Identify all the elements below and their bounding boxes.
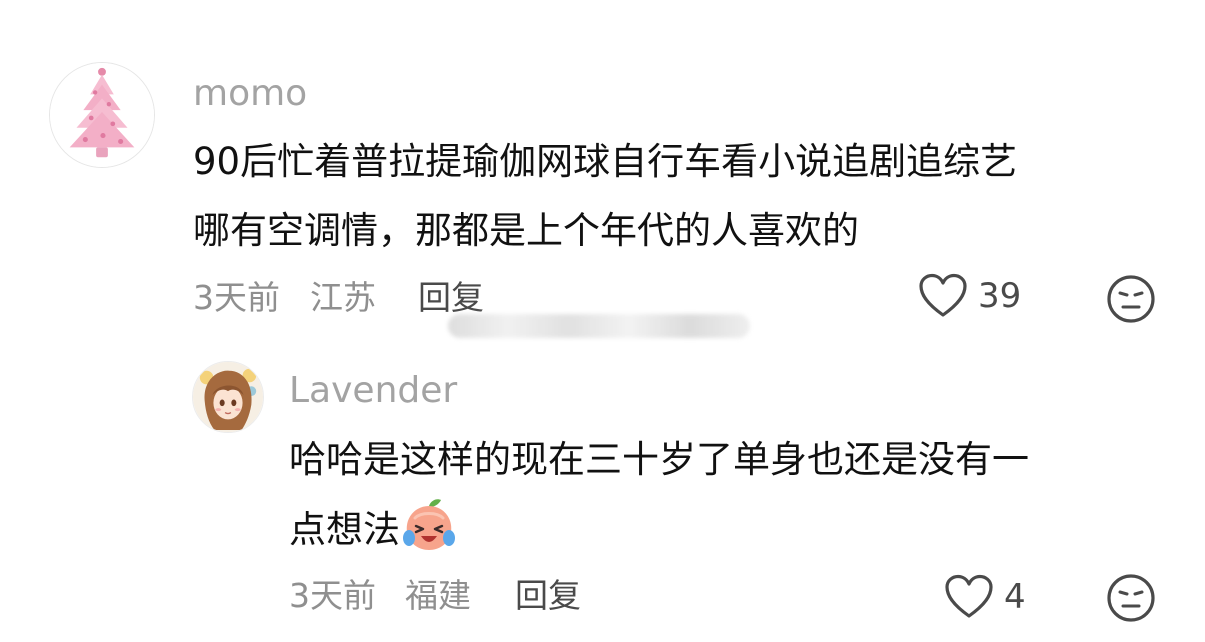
reaction-button[interactable] [1106, 274, 1156, 324]
neutral-face-icon [1107, 275, 1155, 323]
reply-button[interactable]: 回复 [515, 579, 581, 612]
comment-text-line: 哈哈是这样的现在三十岁了单身也还是没有一 [289, 438, 1029, 481]
comment-text-line-with-emoji: 点想法 [289, 499, 457, 552]
heart-icon [945, 574, 993, 618]
avatar[interactable] [192, 361, 264, 433]
comment-thread: momo 90后忙着普拉提瑜伽网球自行车看小说追剧追综艺 哪有空调情，那都是上个… [0, 0, 1205, 642]
comment-time: 3天前 [193, 278, 280, 317]
avatar[interactable] [49, 62, 155, 168]
like-count: 4 [1004, 577, 1026, 617]
username[interactable]: Lavender [289, 373, 457, 409]
comment-text-line: 90后忙着普拉提瑜伽网球自行车看小说追剧追综艺 [193, 140, 1018, 183]
heart-icon [919, 273, 967, 317]
like-button[interactable]: 4 [944, 574, 1026, 620]
blurred-hint-bar [448, 314, 750, 338]
comment-time: 3天前 [289, 576, 376, 615]
reply-button[interactable]: 回复 [418, 281, 484, 314]
laughing-crying-peach-emoji [403, 499, 455, 550]
pink-christmas-tree-icon [50, 63, 154, 167]
like-button[interactable]: 39 [918, 273, 1021, 319]
comment-location: 江苏 [310, 278, 376, 317]
comment-text-line: 哪有空调情，那都是上个年代的人喜欢的 [193, 209, 859, 252]
like-count: 39 [978, 276, 1022, 316]
reaction-button[interactable] [1106, 573, 1156, 623]
comment-text-fragment: 点想法 [289, 507, 400, 551]
username[interactable]: momo [193, 76, 307, 112]
comment-location: 福建 [405, 576, 471, 615]
neutral-face-icon [1107, 574, 1155, 622]
anime-girl-avatar-icon [193, 362, 263, 432]
